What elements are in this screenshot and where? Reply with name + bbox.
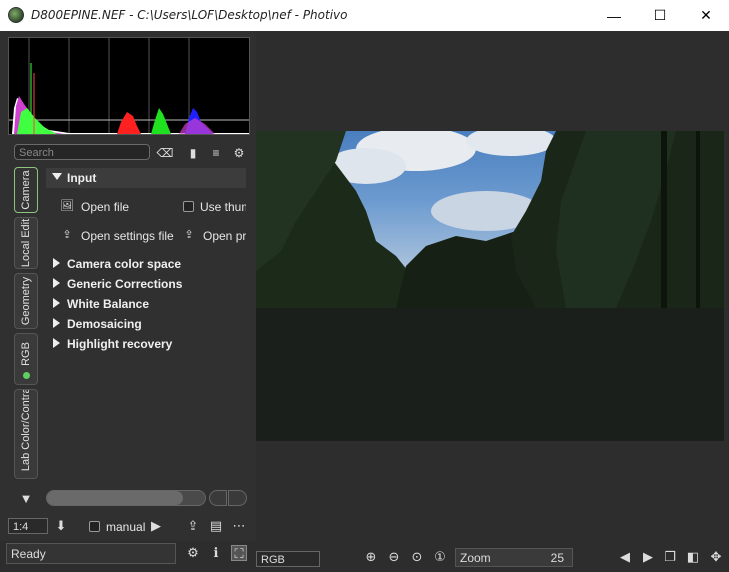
left-panel: Search ⌫ ▮ ≡ ⚙ Camera Local Edit Geometr… (0, 31, 256, 572)
open-settings-icon: ⇪ (62, 229, 72, 241)
zoom-in-icon[interactable]: ⊕ (363, 549, 379, 565)
tabs-scroll-down-icon[interactable]: ▼ (18, 491, 34, 507)
scrollbar-handle[interactable] (47, 491, 183, 505)
section-label: Highlight recovery (67, 337, 173, 351)
minimize-button[interactable]: — (591, 0, 637, 31)
section-label: White Balance (67, 297, 150, 311)
fullscreen-icon[interactable]: ⛶ (231, 545, 247, 561)
info-icon[interactable]: ℹ (208, 545, 224, 561)
more-options-icon[interactable]: ⋯ (231, 518, 247, 534)
use-thumbnail-checkbox[interactable] (183, 201, 194, 212)
copy-icon[interactable]: ❐ (662, 549, 678, 565)
tab-rgb-label: RGB (20, 342, 32, 366)
settings-gear-icon[interactable]: ⚙ (185, 545, 201, 561)
collapsed-triangle-icon (53, 258, 60, 268)
section-input-label: Input (67, 171, 97, 185)
open-preset-icon: ⇪ (184, 229, 194, 241)
zoom-label: Zoom (460, 551, 491, 565)
scale-select[interactable]: 1:4 (8, 518, 48, 534)
tab-lab-color-contrast[interactable]: Lab Color/Contrast (14, 389, 38, 479)
open-settings-file-button[interactable]: Open settings file (81, 229, 174, 243)
section-camera-color-space[interactable]: Camera color space (46, 254, 246, 274)
tab-camera[interactable]: Camera (14, 167, 38, 213)
settings-gear-icon[interactable]: ⚙ (230, 144, 248, 162)
active-dot-icon (23, 372, 30, 379)
window-title: D800EPINE.NEF - C:\Users\LOF\Desktop\nef… (31, 8, 348, 22)
section-demosaicing[interactable]: Demosaicing (46, 314, 246, 334)
tab-local-edit-label: Local Edit (20, 218, 32, 268)
open-file-icon: 🖼 (60, 200, 74, 212)
play-icon[interactable]: ▶ (148, 518, 164, 534)
zoom-100-icon[interactable]: ① (432, 549, 448, 565)
title-bar: D800EPINE.NEF - C:\Users\LOF\Desktop\nef… (0, 0, 729, 31)
section-label: Camera color space (67, 257, 182, 271)
manual-checkbox[interactable] (89, 521, 100, 532)
tab-camera-label: Camera (20, 170, 32, 210)
zoom-fit-icon[interactable]: ⊙ (409, 549, 425, 565)
pan-icon[interactable]: ✥ (708, 549, 724, 565)
use-thumbnail-label: Use thuml (200, 200, 246, 214)
batch-icon[interactable]: ▤ (208, 518, 224, 534)
tab-lab-color-contrast-label: Lab Color/Contrast (20, 389, 32, 472)
app-body: Search ⌫ ▮ ≡ ⚙ Camera Local Edit Geometr… (0, 31, 729, 572)
section-label: Generic Corrections (67, 277, 183, 291)
photivo-app-icon (8, 7, 24, 23)
collapsed-triangle-icon (53, 338, 60, 348)
histogram[interactable] (8, 37, 250, 135)
clear-search-icon[interactable]: ⌫ (156, 144, 174, 162)
photo-thumbnail (256, 131, 724, 308)
open-preset-button[interactable]: Open pre (203, 229, 246, 243)
next-image-icon[interactable]: ▶ (640, 549, 656, 565)
section-white-balance[interactable]: White Balance (46, 294, 246, 314)
zoom-out-icon[interactable]: ⊖ (386, 549, 402, 565)
collapsed-triangle-icon (53, 298, 60, 308)
manual-label: manual (106, 520, 146, 534)
close-button[interactable]: ✕ (683, 0, 729, 31)
zoom-field[interactable]: Zoom 25 (455, 548, 573, 567)
collapsed-triangle-icon (53, 318, 60, 328)
bookmark-icon[interactable]: ▮ (184, 144, 202, 162)
tab-rgb[interactable]: RGB (14, 333, 38, 385)
compare-icon[interactable]: ◧ (685, 549, 701, 565)
section-generic-corrections[interactable]: Generic Corrections (46, 274, 246, 294)
search-input[interactable]: Search (14, 144, 150, 160)
expanded-triangle-icon (52, 173, 62, 180)
arrow-down-icon[interactable]: ⬇ (53, 518, 69, 534)
color-mode-select[interactable]: RGB (256, 551, 320, 567)
previous-image-icon[interactable]: ◀ (617, 549, 633, 565)
section-input-header[interactable]: Input (46, 168, 246, 188)
tab-geometry[interactable]: Geometry (14, 273, 38, 329)
export-icon[interactable]: ⇪ (185, 518, 201, 534)
maximize-button[interactable]: ☐ (637, 0, 683, 31)
tab-geometry-label: Geometry (20, 276, 32, 326)
section-highlight-recovery[interactable]: Highlight recovery (46, 334, 246, 354)
scroll-right-button[interactable] (228, 490, 247, 506)
collapsed-triangle-icon (53, 278, 60, 288)
section-label: Demosaicing (67, 317, 142, 331)
image-preview[interactable] (256, 131, 724, 441)
scroll-left-button[interactable] (209, 490, 227, 506)
status-text: Ready (6, 543, 176, 564)
menu-icon[interactable]: ≡ (207, 144, 225, 162)
tab-local-edit[interactable]: Local Edit (14, 217, 38, 269)
horizontal-scrollbar[interactable] (46, 490, 206, 506)
zoom-value: 25 (550, 551, 564, 565)
open-file-button[interactable]: Open file (81, 200, 129, 214)
search-row: Search ⌫ ▮ ≡ ⚙ (14, 144, 250, 162)
